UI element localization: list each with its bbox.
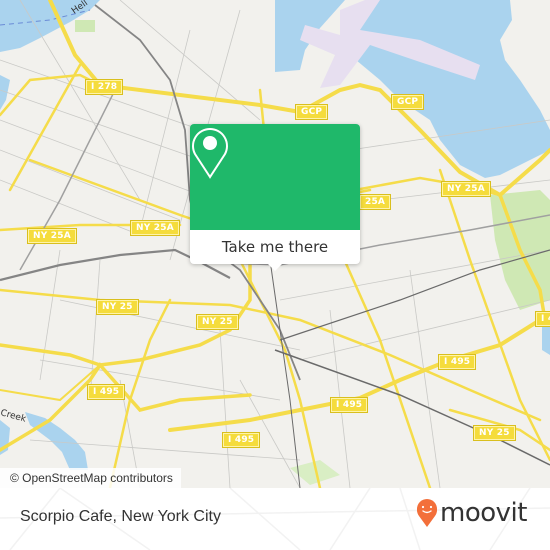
road-shield-gcp: GCP bbox=[294, 104, 329, 120]
road-shield-i495: I 495 bbox=[329, 397, 369, 413]
map-attribution[interactable]: © OpenStreetMap contributors bbox=[0, 468, 181, 488]
footer-bar: Scorpio Cafe, New York City moovit bbox=[0, 488, 550, 550]
map-pin-icon bbox=[192, 128, 228, 179]
map-canvas[interactable]: Hell Creek I 278 GCP GCP NY 25A NY 25A 2… bbox=[0, 0, 550, 488]
road-shield-ny25a: NY 25A bbox=[441, 181, 491, 197]
moovit-wordmark: moovit bbox=[440, 498, 527, 528]
road-shield-i495: I 495 bbox=[437, 354, 477, 370]
road-shield-ny25a: 25A bbox=[358, 194, 392, 210]
water-label-creek: Creek bbox=[0, 408, 28, 425]
take-me-there-button[interactable]: Take me there bbox=[190, 230, 360, 264]
road-shield-i495: I 495 bbox=[221, 432, 261, 448]
road-shield-gcp: GCP bbox=[390, 94, 425, 110]
road-shield-ny25: NY 25 bbox=[196, 314, 239, 330]
moovit-logo[interactable]: moovit bbox=[416, 498, 527, 528]
location-popup: Take me there bbox=[190, 124, 360, 271]
road-shield-i495: I 495 bbox=[534, 311, 550, 327]
road-shield-ny25: NY 25 bbox=[473, 425, 516, 441]
road-shield-ny25a: NY 25A bbox=[130, 220, 180, 236]
road-shield-i495: I 495 bbox=[86, 384, 126, 400]
road-shield-ny25: NY 25 bbox=[96, 299, 139, 315]
road-shield-i278: I 278 bbox=[84, 79, 124, 95]
popup-header bbox=[190, 124, 360, 230]
road-shield-ny25a: NY 25A bbox=[27, 228, 77, 244]
water-creek bbox=[25, 412, 88, 470]
popup-pointer bbox=[267, 263, 283, 271]
moovit-smiley-pin-icon bbox=[417, 499, 437, 527]
park-1 bbox=[75, 20, 95, 32]
place-title: Scorpio Cafe, New York City bbox=[20, 508, 221, 525]
